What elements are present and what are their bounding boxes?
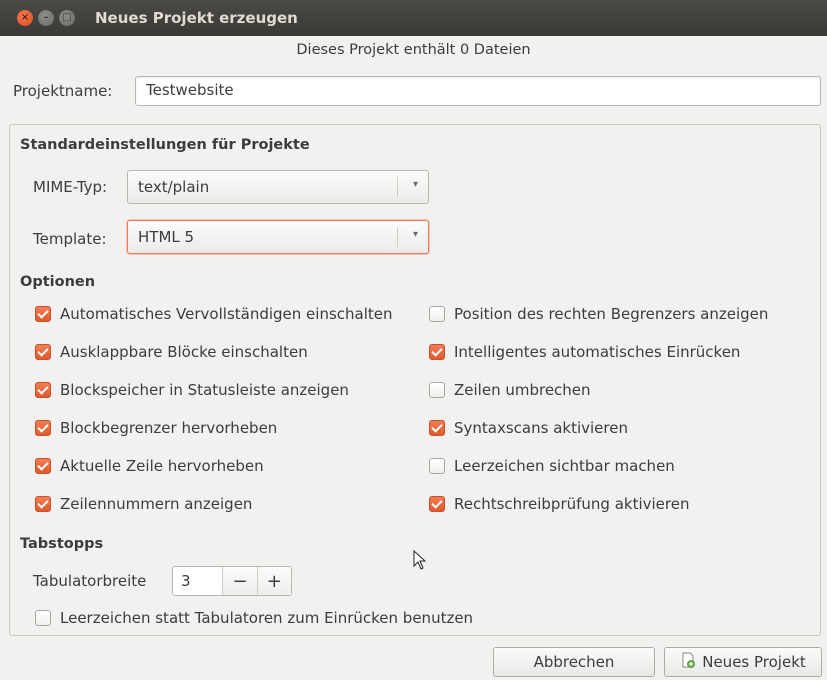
template-label: Template: (33, 230, 107, 248)
close-window-icon[interactable]: × (17, 10, 33, 26)
increment-button[interactable]: + (256, 567, 291, 595)
checkbox-checked-icon[interactable] (429, 344, 445, 360)
mime-type-separator (397, 177, 398, 197)
checkbox-checked-icon[interactable] (35, 306, 51, 322)
tabstops-heading: Tabstopps (20, 536, 104, 552)
option-right-margin[interactable]: Position des rechten Begrenzers anzeigen (429, 305, 768, 323)
maximize-window-icon[interactable]: □ (59, 10, 75, 26)
mime-type-label: MIME-Typ: (33, 178, 108, 196)
close-glyph: × (20, 12, 30, 23)
defaults-heading: Standardeinstellungen für Projekte (20, 137, 310, 153)
maximize-glyph: □ (62, 12, 72, 23)
option-label: Leerzeichen sichtbar machen (454, 457, 675, 475)
option-block-memory-statusbar[interactable]: Blockspeicher in Statusleiste anzeigen (35, 381, 349, 399)
option-syntax-scans[interactable]: Syntaxscans aktivieren (429, 419, 628, 437)
chevron-down-icon: ▾ (412, 179, 418, 190)
title-bar: × – □ Neues Projekt erzeugen (0, 0, 827, 36)
option-spellcheck[interactable]: Rechtschreibprüfung aktivieren (429, 495, 690, 513)
option-label: Blockspeicher in Statusleiste anzeigen (60, 381, 349, 399)
checkbox-checked-icon[interactable] (35, 344, 51, 360)
checkbox-unchecked-icon[interactable] (35, 610, 51, 626)
project-file-count: Dieses Projekt enthält 0 Dateien (296, 42, 531, 58)
option-label: Aktuelle Zeile hervorheben (60, 457, 264, 475)
mime-type-value: text/plain (138, 178, 210, 196)
new-project-icon (680, 652, 696, 672)
checkbox-unchecked-icon[interactable] (429, 306, 445, 322)
option-foldable-blocks[interactable]: Ausklappbare Blöcke einschalten (35, 343, 308, 361)
checkbox-unchecked-icon[interactable] (429, 382, 445, 398)
option-smart-indent[interactable]: Intelligentes automatisches Einrücken (429, 343, 740, 361)
option-highlight-current-line[interactable]: Aktuelle Zeile hervorheben (35, 457, 264, 475)
minimize-glyph: – (43, 12, 49, 23)
checkbox-checked-icon[interactable] (429, 420, 445, 436)
option-label: Zeilennummern anzeigen (60, 495, 253, 513)
checkbox-checked-icon[interactable] (35, 420, 51, 436)
option-wrap-lines[interactable]: Zeilen umbrechen (429, 381, 591, 399)
option-line-numbers[interactable]: Zeilennummern anzeigen (35, 495, 252, 513)
template-separator (397, 227, 398, 247)
project-name-label: Projektname: (13, 82, 113, 100)
option-label: Leerzeichen statt Tabulatoren zum Einrüc… (60, 609, 474, 627)
option-label: Intelligentes automatisches Einrücken (454, 343, 741, 361)
mime-type-select[interactable]: text/plain ▾ (127, 170, 429, 204)
tab-width-value[interactable]: 3 (173, 567, 222, 595)
option-visible-whitespace[interactable]: Leerzeichen sichtbar machen (429, 457, 675, 475)
template-value: HTML 5 (138, 228, 195, 246)
option-label: Syntaxscans aktivieren (454, 419, 628, 437)
tab-width-label: Tabulatorbreite (33, 572, 147, 590)
chevron-down-icon: ▾ (412, 229, 418, 240)
project-name-input[interactable]: Testwebsite (135, 76, 821, 106)
decrement-button[interactable]: − (222, 567, 257, 595)
option-label: Automatisches Vervollständigen einschalt… (60, 305, 393, 323)
option-label: Ausklappbare Blöcke einschalten (60, 343, 308, 361)
option-highlight-block-delimiters[interactable]: Blockbegrenzer hervorheben (35, 419, 277, 437)
create-project-button[interactable]: Neues Projekt (664, 647, 822, 677)
tab-width-spinner[interactable]: 3 − + (172, 566, 292, 596)
create-project-label: Neues Projekt (702, 653, 806, 671)
cancel-label: Abbrechen (533, 653, 615, 671)
option-auto-complete[interactable]: Automatisches Vervollständigen einschalt… (35, 305, 393, 323)
checkbox-unchecked-icon[interactable] (429, 458, 445, 474)
option-label: Zeilen umbrechen (454, 381, 591, 399)
options-heading: Optionen (20, 274, 96, 290)
checkbox-checked-icon[interactable] (429, 496, 445, 512)
checkbox-checked-icon[interactable] (35, 458, 51, 474)
mouse-cursor-icon (413, 549, 427, 574)
cancel-button[interactable]: Abbrechen (493, 647, 655, 677)
template-select[interactable]: HTML 5 ▾ (127, 220, 429, 254)
minimize-window-icon[interactable]: – (38, 10, 54, 26)
checkbox-checked-icon[interactable] (35, 496, 51, 512)
checkbox-checked-icon[interactable] (35, 382, 51, 398)
window-title: Neues Projekt erzeugen (95, 9, 298, 27)
option-label: Blockbegrenzer hervorheben (60, 419, 278, 437)
option-spaces-instead-of-tabs[interactable]: Leerzeichen statt Tabulatoren zum Einrüc… (35, 609, 473, 627)
option-label: Rechtschreibprüfung aktivieren (454, 495, 690, 513)
option-label: Position des rechten Begrenzers anzeigen (454, 305, 769, 323)
